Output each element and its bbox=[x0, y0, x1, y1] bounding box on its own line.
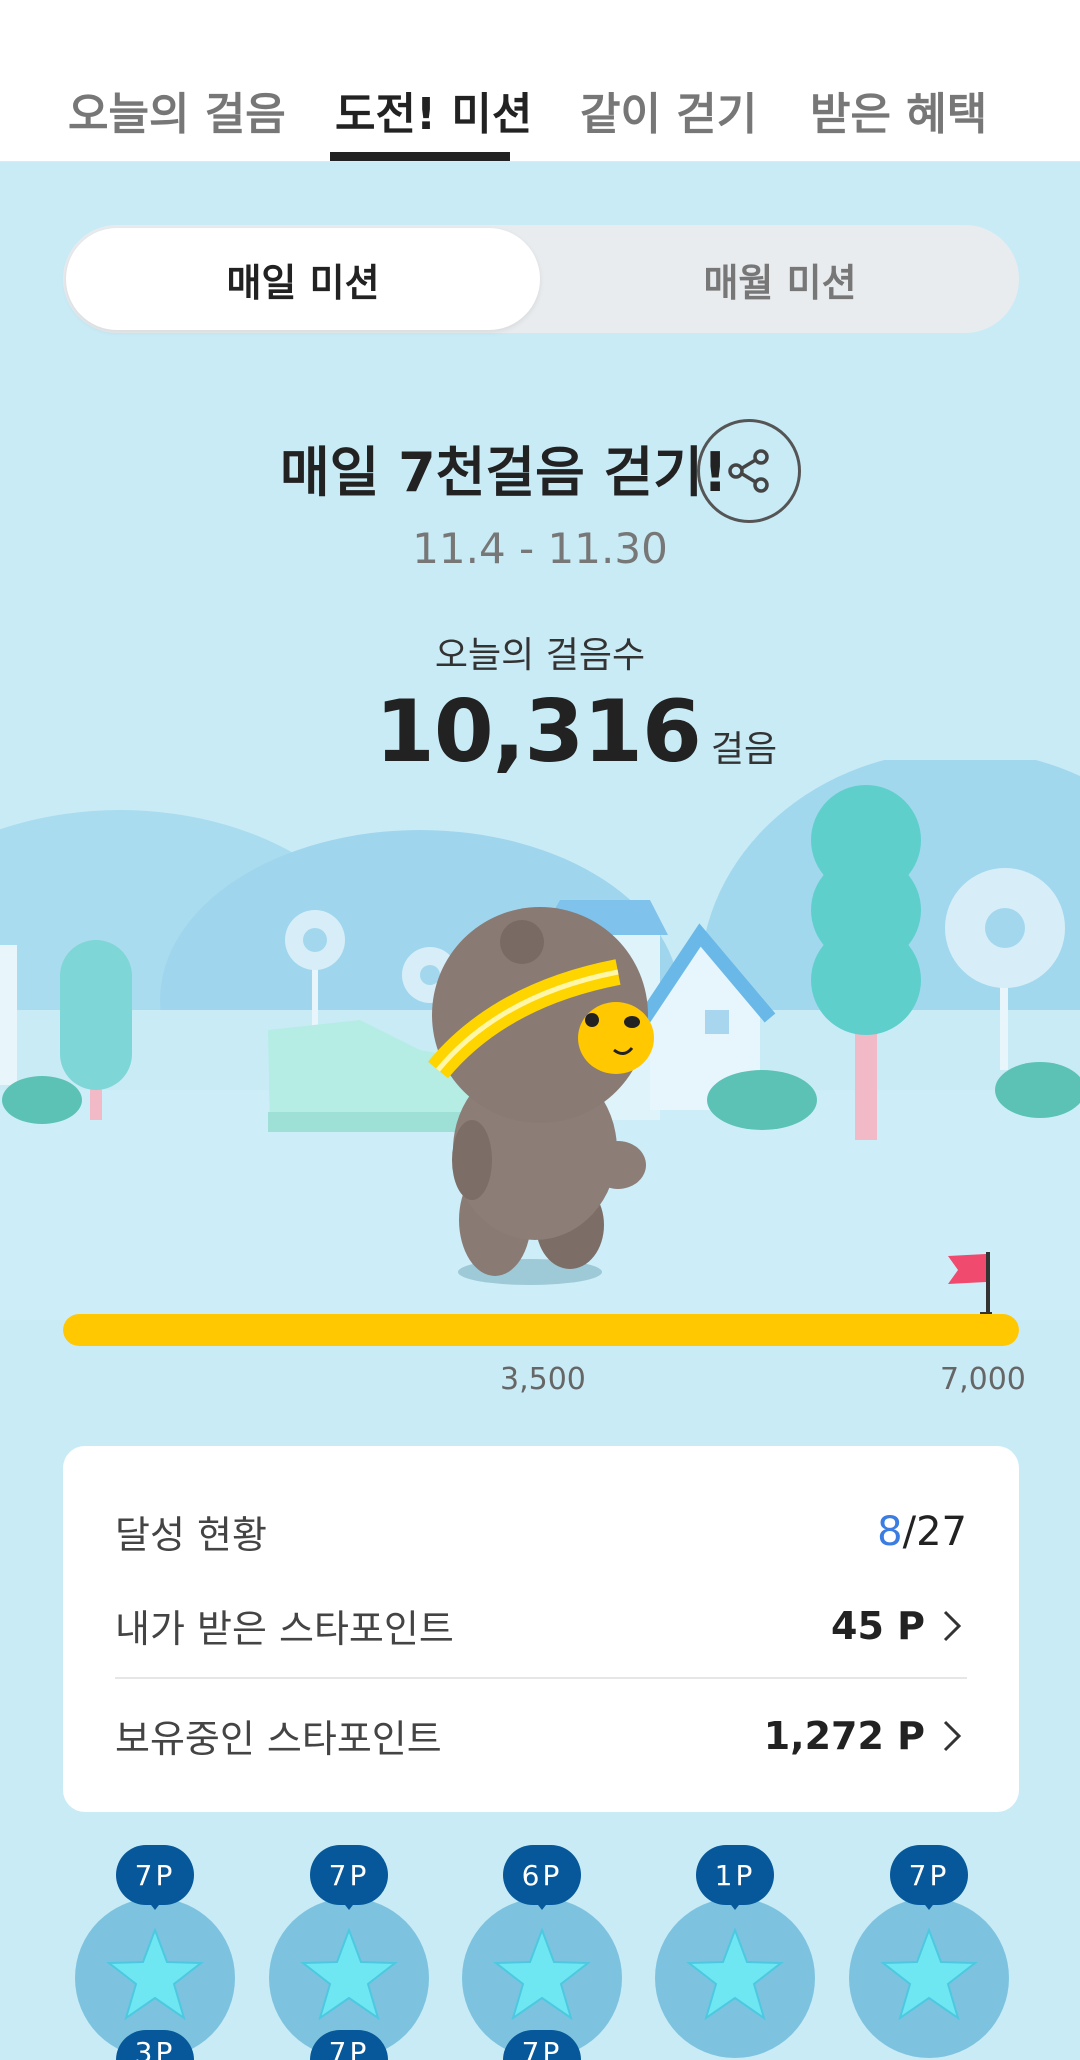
daily-mission-button[interactable]: 매일 미션 bbox=[66, 228, 540, 330]
badge-tail bbox=[918, 1896, 940, 1910]
progress-goal-label: 7,000 bbox=[940, 1362, 1026, 1397]
card-divider bbox=[115, 1677, 967, 1679]
tab-benefits[interactable]: 받은 혜택 bbox=[810, 78, 987, 142]
star-icon bbox=[106, 1927, 204, 2021]
chevron-right-icon bbox=[943, 1720, 962, 1751]
star-icon bbox=[300, 1927, 398, 2021]
achievement-row: 달성 현황 8/27 bbox=[115, 1504, 967, 1559]
received-points-value: 45 P bbox=[831, 1604, 967, 1648]
tab-challenge-mission[interactable]: 도전! 미션 bbox=[335, 78, 532, 142]
stamp-item[interactable]: 1P bbox=[655, 1840, 815, 2060]
walking-bear-illustration bbox=[0, 760, 1080, 1320]
stamp-item[interactable]: 7P bbox=[75, 1840, 235, 2060]
mission-period: 11.4 - 11.30 bbox=[412, 524, 668, 573]
achievement-label: 달성 현황 bbox=[115, 1513, 267, 1557]
badge-tail bbox=[338, 1896, 360, 1910]
star-icon bbox=[493, 1927, 591, 2021]
mission-progress-bar bbox=[63, 1314, 1019, 1346]
active-tab-indicator bbox=[330, 152, 510, 161]
badge-tail bbox=[144, 1896, 166, 1910]
share-button[interactable] bbox=[697, 419, 801, 523]
badge-tail bbox=[724, 1896, 746, 1910]
achievement-value: 8/27 bbox=[877, 1509, 967, 1555]
tab-today-steps[interactable]: 오늘의 걸음 bbox=[68, 78, 286, 142]
owned-points-value: 1,272 P bbox=[764, 1714, 967, 1758]
today-steps-label: 오늘의 걸음수 bbox=[434, 635, 646, 676]
mission-summary-card: 달성 현황 8/27 내가 받은 스타포인트 45 P 보유중인 스타포인트 1… bbox=[63, 1446, 1019, 1812]
received-points-text: 45 P bbox=[831, 1603, 925, 1648]
progress-mid-label: 3,500 bbox=[500, 1362, 586, 1397]
share-icon bbox=[728, 449, 769, 493]
received-points-label: 내가 받은 스타포인트 bbox=[115, 1607, 454, 1651]
daily-stamp-grid: 7P 7P 6P 1P 7P 3P 7P 7P bbox=[0, 1840, 1080, 2060]
stamp-item[interactable]: 7P bbox=[269, 1840, 429, 2060]
received-points-row[interactable]: 내가 받은 스타포인트 45 P bbox=[115, 1598, 967, 1653]
badge-tail bbox=[531, 1896, 553, 1910]
owned-points-label: 보유중인 스타포인트 bbox=[115, 1717, 442, 1761]
star-icon bbox=[880, 1927, 978, 2021]
owned-points-text: 1,272 P bbox=[763, 1713, 925, 1758]
star-icon bbox=[686, 1927, 784, 2021]
chevron-right-icon bbox=[943, 1610, 962, 1641]
total-count: /27 bbox=[902, 1508, 967, 1555]
mission-type-toggle: 매일 미션 매월 미션 bbox=[63, 225, 1019, 333]
stamp-item[interactable]: 6P bbox=[462, 1840, 622, 2060]
achieved-count: 8 bbox=[877, 1508, 903, 1555]
progress-fill bbox=[63, 1314, 1019, 1346]
stamp-item[interactable]: 7P bbox=[849, 1840, 1009, 2060]
goal-flag-icon bbox=[948, 1252, 992, 1316]
top-tab-bar: 오늘의 걸음 도전! 미션 같이 걷기 받은 혜택 bbox=[0, 0, 1080, 162]
owned-points-row[interactable]: 보유중인 스타포인트 1,272 P bbox=[115, 1708, 967, 1763]
tab-walk-together[interactable]: 같이 걷기 bbox=[580, 78, 757, 142]
monthly-mission-button[interactable]: 매월 미션 bbox=[543, 228, 1017, 330]
mission-title: 매일 7천걸음 걷기! bbox=[280, 441, 728, 504]
